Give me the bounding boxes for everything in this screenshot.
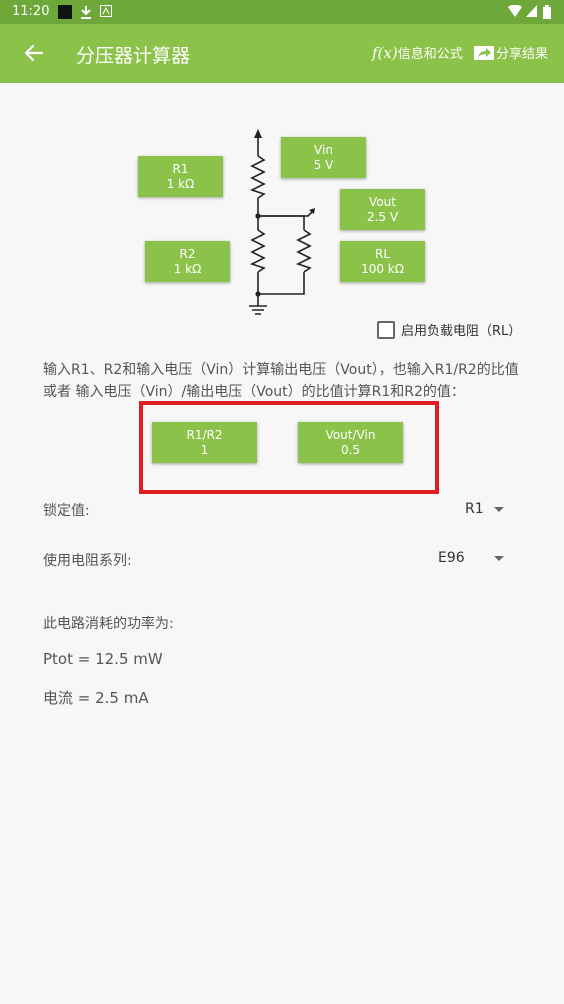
r2-name: R2: [179, 246, 196, 261]
current-value: 电流 = 2.5 mA: [43, 689, 149, 707]
checkbox-box[interactable]: [377, 321, 395, 339]
lock-value-label: 锁定值:: [43, 503, 90, 519]
resistor-series-label: 使用电阻系列:: [43, 553, 132, 569]
share-results-button[interactable]: 分享结果: [474, 43, 548, 65]
r1-r2-ratio-value: 1: [200, 442, 209, 457]
r2-value: 1 kΩ: [173, 261, 202, 276]
r1-name: R1: [172, 161, 189, 176]
enable-load-resistor-checkbox[interactable]: 启用负载电阻（RL）: [377, 320, 521, 339]
info-formula-label: 信息和公式: [397, 47, 463, 62]
vout-vin-ratio-button[interactable]: Vout/Vin 0.5: [298, 422, 403, 463]
rl-name: RL: [374, 246, 391, 261]
rl-value: 100 kΩ: [361, 261, 404, 276]
download-icon: [80, 5, 92, 23]
status-time: 11:20: [12, 4, 50, 19]
status-bar: 11:20: [0, 0, 564, 24]
vin-value: 5 V: [313, 157, 334, 172]
r2-value-button[interactable]: R2 1 kΩ: [145, 241, 230, 282]
share-icon: [474, 45, 494, 65]
wifi-icon: [508, 4, 522, 21]
vin-name: Vin: [314, 142, 333, 157]
share-results-label: 分享结果: [496, 47, 549, 62]
r1-value-button[interactable]: R1 1 kΩ: [138, 156, 223, 197]
vout-vin-ratio-value: 0.5: [340, 442, 361, 457]
power-heading: 此电路消耗的功率为:: [43, 616, 174, 632]
r1-value: 1 kΩ: [166, 176, 195, 191]
total-power-value: Ptot = 12.5 mW: [43, 650, 163, 668]
series-dropdown-arrow-icon[interactable]: [494, 556, 504, 561]
vout-vin-ratio-name: Vout/Vin: [325, 427, 376, 442]
page-title: 分压器计算器: [76, 45, 191, 67]
r1-r2-ratio-name: R1/R2: [186, 427, 223, 442]
vout-value: 2.5 V: [366, 209, 399, 224]
app-bar: 分压器计算器 f(x)信息和公式 分享结果: [0, 24, 564, 83]
back-button[interactable]: [20, 38, 48, 68]
vin-value-button[interactable]: Vin 5 V: [281, 137, 366, 178]
lock-dropdown-arrow-icon[interactable]: [494, 507, 504, 512]
rl-value-button[interactable]: RL 100 kΩ: [340, 241, 425, 282]
info-formula-button[interactable]: f(x)信息和公式: [372, 43, 463, 62]
vout-value-button[interactable]: Vout 2.5 V: [340, 189, 425, 230]
enable-load-resistor-label: 启用负载电阻（RL）: [401, 324, 522, 339]
lock-value-select[interactable]: R1: [465, 501, 484, 517]
app-notification-icon: [100, 5, 112, 21]
resistor-series-select[interactable]: E96: [438, 550, 465, 566]
r1-r2-ratio-button[interactable]: R1/R2 1: [152, 422, 257, 463]
vout-name: Vout: [369, 194, 396, 209]
battery-icon: [543, 5, 551, 23]
arrow-back-icon: [24, 44, 44, 62]
notification-square-icon: [58, 5, 72, 23]
instructions-text: 输入R1、R2和输入电压（Vin）计算输出电压（Vout），也输入R1/R2的比…: [43, 362, 519, 400]
signal-icon: [526, 5, 537, 21]
function-icon: f(x): [372, 44, 398, 62]
